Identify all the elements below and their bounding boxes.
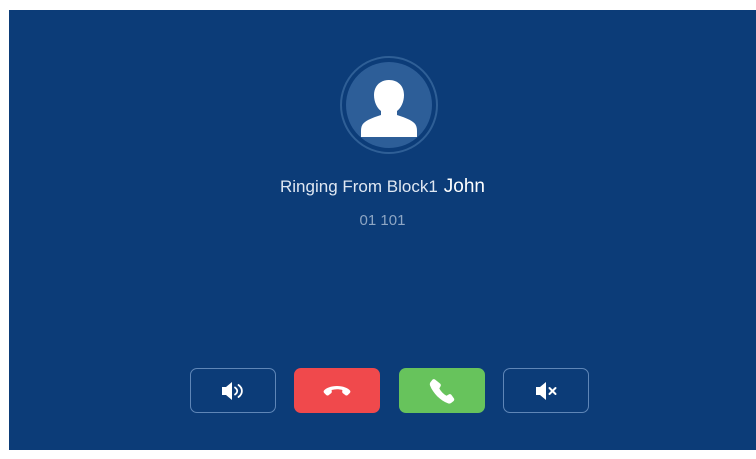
ringing-status-text: Ringing From Block1	[280, 177, 438, 196]
speaker-button[interactable]	[190, 368, 276, 413]
user-silhouette-icon	[361, 80, 417, 137]
caller-avatar	[346, 62, 432, 148]
answer-button[interactable]	[399, 368, 485, 413]
speaker-mute-icon	[534, 381, 558, 401]
caller-name: John	[443, 176, 485, 197]
caller-info: Ringing From Block1 John	[9, 176, 756, 198]
incoming-call-screen: Ringing From Block1 John 01 101	[9, 10, 756, 450]
caller-number: 01 101	[359, 212, 406, 229]
phone-hangup-icon	[322, 383, 352, 399]
caller-avatar-ring	[340, 56, 438, 154]
speaker-volume-icon	[220, 381, 246, 401]
phone-answer-icon	[428, 377, 456, 405]
hang-up-button[interactable]	[294, 368, 380, 413]
mute-button[interactable]	[503, 368, 589, 413]
